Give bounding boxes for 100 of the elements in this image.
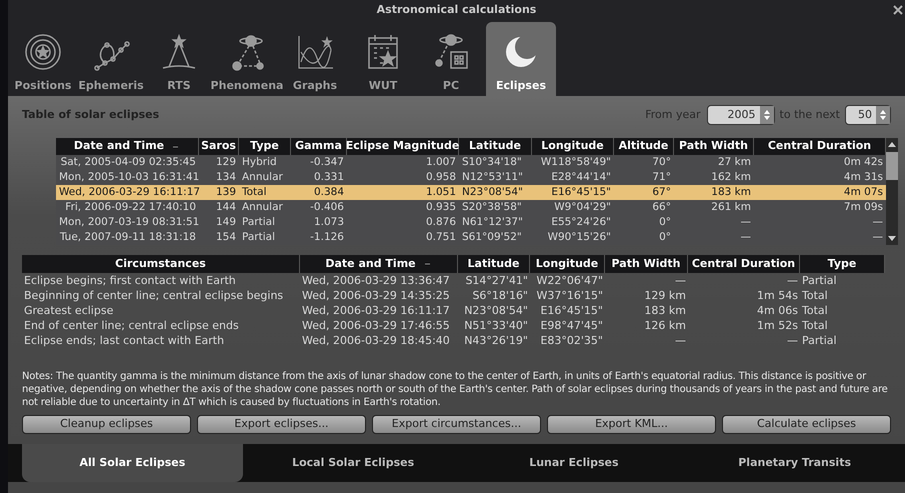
- table-cell-text: 71°: [651, 170, 672, 185]
- action-button[interactable]: Export circumstances...: [372, 415, 541, 434]
- table-cell-text: -1.126: [309, 230, 345, 245]
- table-cell-text: Wed, 2006-03-29 17:46:55: [301, 318, 451, 333]
- table-cell-text: Beginning of center line; central eclipse begins: [23, 288, 284, 303]
- bottom-tab[interactable]: Lunar Eclipses: [464, 444, 684, 482]
- table-cell-text: Sat, 2005-04-09 02:35:45: [60, 155, 197, 170]
- table-cell-text: 139: [214, 185, 237, 200]
- table-row[interactable]: Mon, 2007-03-19 08:31:51 149 Partial 1.073 0.876 N61°12'37" E55°24'26" 0° — —: [56, 215, 886, 230]
- table-cell-text: 183 km: [710, 185, 752, 200]
- table-cell-text: 0m 42s: [842, 155, 884, 170]
- scrollbar-thumb[interactable]: [886, 152, 898, 180]
- table-row[interactable]: Sat, 2005-04-09 02:35:45 129 Hybrid -0.347 1.007 S10°34'18" W118°58'49" 70° 27 km 0m 42s: [56, 155, 886, 170]
- table-cell-text: E28°44'14": [550, 170, 612, 185]
- table-cell-text: 162 km: [710, 170, 752, 185]
- tab[interactable]: RTS: [146, 22, 212, 96]
- table-cell-text: Eclipse begins; first contact with Earth: [23, 273, 237, 288]
- table-cell-text: 149: [214, 215, 237, 230]
- action-button[interactable]: Calculate eclipses: [722, 415, 891, 434]
- table-cell-text: Annular: [241, 170, 284, 185]
- tab[interactable]: WUT: [350, 22, 416, 96]
- table-cell-text: —: [786, 333, 799, 348]
- tab[interactable]: Graphs: [282, 22, 348, 96]
- tab[interactable]: Positions: [10, 22, 76, 96]
- table-row[interactable]: Mon, 2005-10-03 16:31:41 134 Annular 0.331 0.958 N12°53'11" E28°44'14" 71° 162 km 4m 31s: [56, 170, 886, 185]
- table-cell-text: 70°: [651, 155, 672, 170]
- table-cell-text: W9°04'29": [553, 200, 612, 215]
- next-label: to the next: [780, 106, 840, 123]
- table-cell-text: 129 km: [643, 288, 687, 303]
- column-header[interactable]: Path Width: [605, 255, 688, 273]
- table-cell-text: 0.958: [424, 170, 457, 185]
- column-header[interactable]: Latitude: [458, 255, 530, 273]
- table-cell-text: W118°58'49": [540, 155, 612, 170]
- column-header[interactable]: Date and Time: [56, 138, 199, 155]
- column-header[interactable]: Type: [800, 255, 885, 273]
- tab[interactable]: Eclipses: [486, 22, 556, 96]
- bottom-tab[interactable]: All Solar Eclipses: [22, 444, 243, 482]
- table-cell-text: 0.935: [424, 200, 457, 215]
- table-cell-text: S14°27'41": [464, 273, 529, 288]
- column-header[interactable]: Gamma: [291, 138, 347, 155]
- table-cell-text: 1m 54s: [756, 288, 799, 303]
- column-header[interactable]: Central Duration: [688, 255, 800, 273]
- column-header[interactable]: Eclipse Magnitude: [347, 138, 459, 155]
- table-cell-text: 4m 07s: [842, 185, 884, 200]
- table-cell-text: E55°24'26": [550, 215, 612, 230]
- table-cell-text: Wed, 2006-03-29 16:11:17: [301, 303, 451, 318]
- table-cell-text: N23°08'54": [461, 185, 524, 200]
- table-cell-text: Eclipse ends; last contact with Earth: [23, 333, 226, 348]
- action-button[interactable]: Export eclipses...: [197, 415, 366, 434]
- table-row[interactable]: Fri, 2006-09-22 17:40:10 144 Annular -0.406 0.935 S20°38'58" W9°04'29" 66° 261 km 7m 09s: [56, 200, 886, 215]
- count-spinbox[interactable]: 50: [845, 105, 891, 125]
- table-cell-text: 154: [214, 230, 237, 245]
- table-cell-text: N23°08'54": [463, 303, 529, 318]
- table-cell-text: -0.347: [309, 155, 345, 170]
- table-cell-text: N61°12'37": [461, 215, 524, 230]
- table-cell-text: S10°34'18": [461, 155, 523, 170]
- table-cell-text: E16°45'15": [550, 185, 612, 200]
- table-row[interactable]: Tue, 2007-09-11 18:31:18 154 Partial -1.126 0.751 S61°09'52" W90°15'26" 0° — —: [56, 230, 886, 245]
- column-header[interactable]: Altitude: [614, 138, 674, 155]
- tab[interactable]: PC: [418, 22, 484, 96]
- table-cell-text: 1.073: [312, 215, 345, 230]
- spin-arrows-icon[interactable]: [876, 106, 890, 124]
- table-cell-text: E98°47'45": [539, 318, 604, 333]
- table-cell-text: 144: [214, 200, 237, 215]
- table-cell-text: —: [674, 273, 687, 288]
- column-header[interactable]: Saros: [199, 138, 239, 155]
- bottom-tab[interactable]: Local Solar Eclipses: [242, 444, 464, 482]
- table-cell-text: Partial: [241, 230, 276, 245]
- table-cell-text: —: [872, 215, 884, 230]
- column-header[interactable]: Longitude: [532, 138, 614, 155]
- table-cell-text: Wed, 2006-03-29 18:45:40: [301, 333, 451, 348]
- year-spinbox[interactable]: 2005: [706, 105, 775, 125]
- column-header[interactable]: Longitude: [530, 255, 605, 273]
- table-cell-text: Partial: [801, 273, 838, 288]
- action-button[interactable]: Cleanup eclipses: [22, 415, 191, 434]
- table-row[interactable]: Wed, 2006-03-29 16:11:17 139 Total 0.384 1.051 N23°08'54" E16°45'15" 67° 183 km 4m 07s: [56, 185, 886, 200]
- table-cell-text: Annular: [241, 200, 284, 215]
- column-header[interactable]: Type: [239, 138, 291, 155]
- table-cell-text: Total: [801, 318, 829, 333]
- sort-icon: [172, 144, 180, 150]
- orbit-icon: [23, 32, 63, 72]
- table-cell-text: N12°53'11": [461, 170, 524, 185]
- close-icon[interactable]: [893, 3, 903, 17]
- table-cell-text: 1.051: [424, 185, 457, 200]
- column-header[interactable]: Latitude: [459, 138, 532, 155]
- bottom-tab[interactable]: Planetary Transits: [684, 444, 905, 482]
- tab[interactable]: Ephemeris: [78, 22, 144, 96]
- column-header[interactable]: Date and Time: [300, 255, 458, 273]
- tab[interactable]: Phenomena: [214, 22, 280, 96]
- table-cell-text: Wed, 2006-03-29 16:11:17: [58, 185, 199, 200]
- table-cell-text: 66°: [651, 200, 672, 215]
- column-header[interactable]: Path Width: [674, 138, 754, 155]
- table-cell-text: 0.751: [424, 230, 457, 245]
- scrollbar[interactable]: [886, 138, 898, 245]
- table-cell-text: E83°02'35": [539, 333, 604, 348]
- table-cell-text: 0°: [658, 215, 672, 230]
- spin-arrows-icon[interactable]: [760, 106, 774, 124]
- column-header[interactable]: Circumstances: [22, 255, 300, 273]
- table-cell-text: Total: [801, 303, 829, 318]
- action-button[interactable]: Export KML...: [547, 415, 716, 434]
